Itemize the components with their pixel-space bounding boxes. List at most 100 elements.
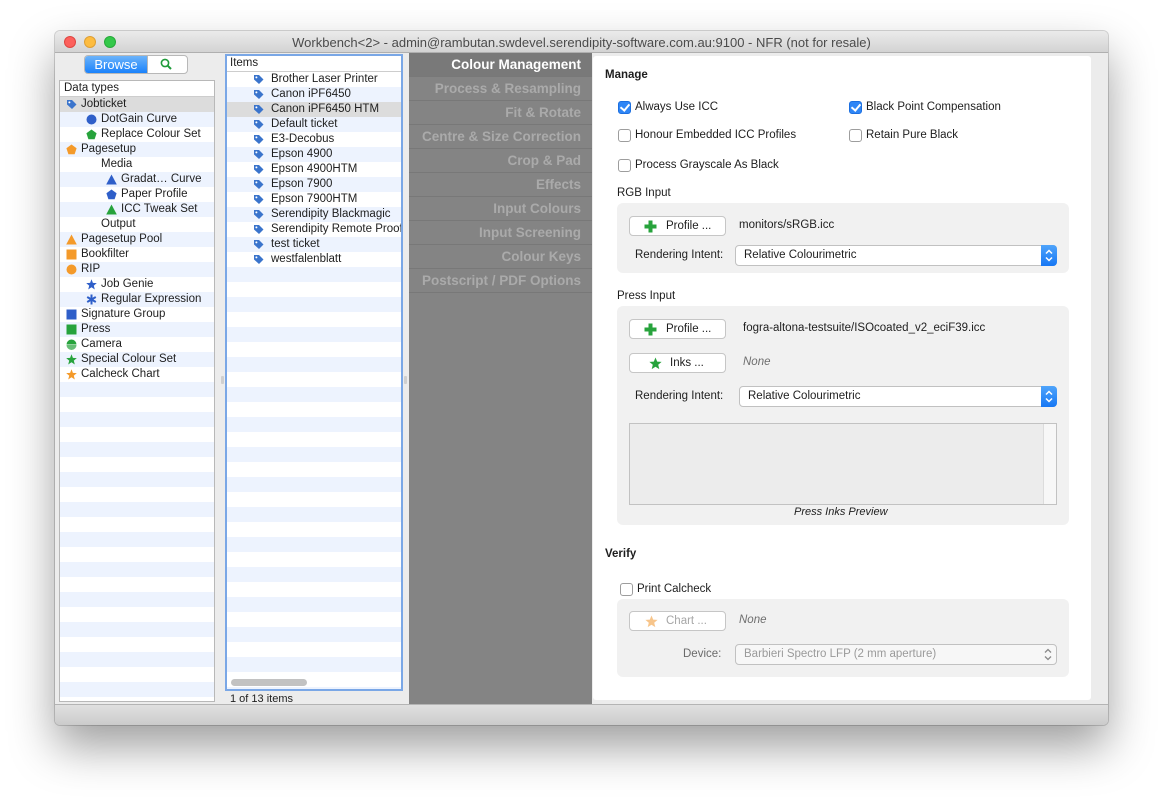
data-type-label: Press xyxy=(81,323,111,335)
triangle-icon xyxy=(106,174,117,185)
tab-input-screening[interactable]: Input Screening xyxy=(409,221,592,245)
star-icon xyxy=(86,279,97,290)
item-row[interactable]: Epson 7900 xyxy=(227,177,401,192)
data-type-label: Jobticket xyxy=(81,98,127,110)
honour-embedded-profiles-checkbox[interactable] xyxy=(618,129,631,142)
data-type-row[interactable]: Paper Profile xyxy=(60,187,214,202)
item-row[interactable]: Canon iPF6450 xyxy=(227,87,401,102)
tag-icon xyxy=(253,179,264,190)
square-icon xyxy=(66,324,77,335)
items-header: Items xyxy=(227,56,401,72)
tab-crop-pad[interactable]: Crop & Pad xyxy=(409,149,592,173)
data-type-row[interactable]: Gradat… Curve xyxy=(60,172,214,187)
circle-icon xyxy=(86,114,97,125)
data-type-row[interactable]: Bookfilter xyxy=(60,247,214,262)
rgb-rendering-intent-select[interactable]: Relative Colourimetric xyxy=(735,245,1057,266)
item-row[interactable]: westfalenblatt xyxy=(227,252,401,267)
tab-process-resampling[interactable]: Process & Resampling xyxy=(409,77,592,101)
preview-scrollbar[interactable] xyxy=(1043,424,1056,504)
data-type-label: Special Colour Set xyxy=(81,353,177,365)
device-select[interactable]: Barbieri Spectro LFP (2 mm aperture) xyxy=(735,644,1057,665)
browse-button[interactable]: Browse xyxy=(85,56,147,73)
tab-centre-size-correction[interactable]: Centre & Size Correction xyxy=(409,125,592,149)
tag-icon xyxy=(253,104,264,115)
inks-button[interactable]: Inks ... xyxy=(629,353,726,373)
tab-colour-keys[interactable]: Colour Keys xyxy=(409,245,592,269)
press-rendering-intent-value: Relative Colourimetric xyxy=(748,390,861,402)
device-value: Barbieri Spectro LFP (2 mm aperture) xyxy=(744,648,937,660)
item-row[interactable]: Default ticket xyxy=(227,117,401,132)
data-type-row[interactable]: Pagesetup Pool xyxy=(60,232,214,247)
tab-input-colours[interactable]: Input Colours xyxy=(409,197,592,221)
press-inks-preview[interactable] xyxy=(629,423,1057,505)
browse-search-toggle: Browse xyxy=(84,55,188,74)
press-rendering-intent-select[interactable]: Relative Colourimetric xyxy=(739,386,1057,407)
data-type-row[interactable]: Calcheck Chart xyxy=(60,367,214,382)
data-type-row[interactable]: Output xyxy=(60,217,214,232)
tag-icon xyxy=(253,194,264,205)
item-label: Epson 7900 xyxy=(271,178,333,190)
process-grayscale-checkbox[interactable] xyxy=(618,159,631,172)
verify-group: Chart ... None Device: Barbieri Spectro … xyxy=(617,599,1069,677)
asterisk-icon xyxy=(86,294,97,305)
item-label: E3-Decobus xyxy=(271,133,335,145)
tab-fit-rotate[interactable]: Fit & Rotate xyxy=(409,101,592,125)
data-type-label: Paper Profile xyxy=(121,188,188,200)
item-row[interactable]: E3-Decobus xyxy=(227,132,401,147)
item-row[interactable]: Epson 4900 xyxy=(227,147,401,162)
items-horizontal-scrollbar[interactable] xyxy=(231,679,307,686)
settings-tabs: Colour Management Process & Resampling Fit… xyxy=(409,53,592,704)
data-type-row[interactable]: Replace Colour Set xyxy=(60,127,214,142)
item-row[interactable]: Epson 7900HTM xyxy=(227,192,401,207)
data-type-row[interactable]: Regular Expression xyxy=(60,292,214,307)
chart-button[interactable]: Chart ... xyxy=(629,611,726,631)
data-type-row[interactable]: ICC Tweak Set xyxy=(60,202,214,217)
data-type-row[interactable]: Press xyxy=(60,322,214,337)
data-type-label: Media xyxy=(101,158,133,170)
colour-management-panel: Manage Always Use ICC Black Point Compen… xyxy=(593,56,1091,700)
press-rendering-intent-label: Rendering Intent: xyxy=(635,390,724,402)
square-icon xyxy=(66,249,77,260)
item-label: Default ticket xyxy=(271,118,338,130)
item-row[interactable]: Brother Laser Printer xyxy=(227,72,401,87)
item-row[interactable]: Canon iPF6450 HTM xyxy=(227,102,401,117)
item-row[interactable]: Serendipity Remote Proof xyxy=(227,222,401,237)
press-profile-button[interactable]: Profile ... xyxy=(629,319,726,339)
rgb-profile-button[interactable]: Profile ... xyxy=(629,216,726,236)
data-type-row[interactable]: Signature Group xyxy=(60,307,214,322)
item-label: test ticket xyxy=(271,238,320,250)
tab-effects[interactable]: Effects xyxy=(409,173,592,197)
inks-button-label: Inks ... xyxy=(670,357,704,369)
always-use-icc-checkbox[interactable] xyxy=(618,101,631,114)
data-types-list[interactable]: Data types Jobticket DotGain Curve Replace… xyxy=(59,80,215,702)
data-type-row[interactable]: Camera xyxy=(60,337,214,352)
items-pane: Items Brother Laser Printer Canon iPF6450… xyxy=(225,53,403,705)
tag-icon xyxy=(253,74,264,85)
item-row[interactable]: Serendipity Blackmagic xyxy=(227,207,401,222)
splitter-handle[interactable] xyxy=(404,376,407,384)
item-row[interactable]: test ticket xyxy=(227,237,401,252)
item-label: Serendipity Remote Proof xyxy=(271,223,403,235)
items-list[interactable]: Items Brother Laser Printer Canon iPF6450… xyxy=(225,54,403,691)
print-calcheck-checkbox[interactable] xyxy=(620,583,633,596)
retain-pure-black-checkbox[interactable] xyxy=(849,129,862,142)
data-type-row[interactable]: DotGain Curve xyxy=(60,112,214,127)
data-type-row[interactable]: Pagesetup xyxy=(60,142,214,157)
data-type-row[interactable]: Media xyxy=(60,157,214,172)
splitter-handle[interactable] xyxy=(221,376,224,384)
rgb-profile-value: monitors/sRGB.icc xyxy=(739,219,835,231)
tab-postscript-pdf-options[interactable]: Postscript / PDF Options xyxy=(409,269,592,293)
tab-colour-management[interactable]: Colour Management xyxy=(409,53,592,77)
data-type-label: Pagesetup Pool xyxy=(81,233,163,245)
data-type-row[interactable]: Jobticket xyxy=(60,97,214,112)
data-type-row[interactable]: Special Colour Set xyxy=(60,352,214,367)
chart-button-label: Chart ... xyxy=(666,615,707,627)
inks-value: None xyxy=(743,356,771,368)
item-row[interactable]: Epson 4900HTM xyxy=(227,162,401,177)
search-button[interactable] xyxy=(147,56,187,73)
chevron-updown-icon xyxy=(1042,647,1054,662)
data-type-row[interactable]: Job Genie xyxy=(60,277,214,292)
black-point-compensation-checkbox[interactable] xyxy=(849,101,862,114)
rgb-profile-button-label: Profile ... xyxy=(666,220,712,232)
data-type-row[interactable]: RIP xyxy=(60,262,214,277)
